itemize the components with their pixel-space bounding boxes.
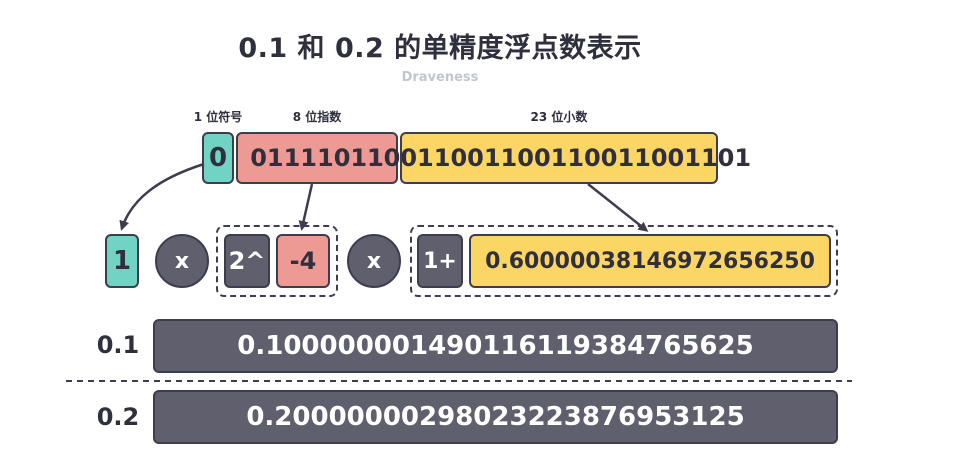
arrow-sign-to-multiplier [119,162,205,231]
arrow-fraction-to-mantissa [587,183,649,232]
connector-layer [66,162,852,382]
arrow-exponent-to-value [298,183,314,231]
